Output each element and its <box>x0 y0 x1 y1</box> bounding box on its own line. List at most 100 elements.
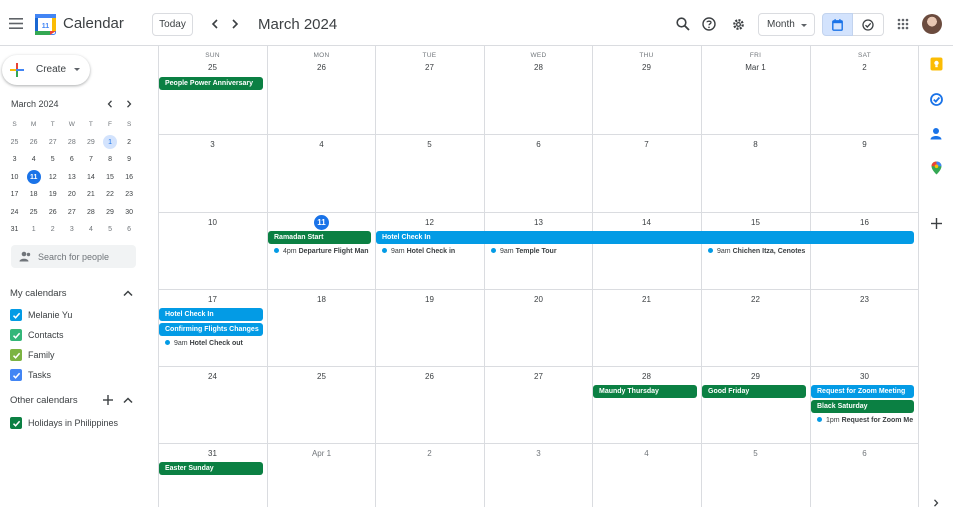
next-month-button[interactable] <box>226 15 244 33</box>
day-number[interactable]: 4 <box>267 140 376 149</box>
day-number[interactable]: 13 <box>484 218 593 227</box>
mini-calendar-day[interactable]: 28 <box>62 135 81 150</box>
mini-calendar-today[interactable]: 11 <box>24 170 43 185</box>
day-number[interactable]: 21 <box>592 295 701 304</box>
all-day-event-chip[interactable]: Hotel Check In <box>159 308 263 321</box>
day-number[interactable]: 12 <box>375 218 484 227</box>
day-number[interactable]: 6 <box>810 449 919 458</box>
day-number[interactable]: 17 <box>158 295 267 304</box>
mini-calendar-day[interactable]: 1 <box>100 135 119 150</box>
mini-calendar-day[interactable]: 27 <box>62 205 81 220</box>
mini-calendar-day[interactable]: 1 <box>24 222 43 237</box>
mini-calendar-day[interactable]: 5 <box>100 222 119 237</box>
day-number[interactable]: 20 <box>484 295 593 304</box>
mini-calendar-day[interactable]: 19 <box>43 187 62 202</box>
help-button[interactable] <box>699 14 719 34</box>
day-number[interactable]: 5 <box>375 140 484 149</box>
mini-calendar-day[interactable]: 3 <box>5 152 24 167</box>
mini-calendar-day[interactable]: 16 <box>120 170 139 185</box>
mini-calendar-day[interactable]: 15 <box>100 170 119 185</box>
hide-side-panel-button[interactable] <box>928 495 944 507</box>
keep-button[interactable] <box>928 56 944 72</box>
mini-calendar-day[interactable]: 2 <box>43 222 62 237</box>
day-number[interactable]: 30 <box>810 372 919 381</box>
timed-event[interactable]: 4pm Departure Flight Man <box>268 246 374 258</box>
my-calendar-item[interactable]: Melanie Yu <box>10 308 72 322</box>
mini-calendar-day[interactable]: 24 <box>5 205 24 220</box>
day-number[interactable]: 29 <box>701 372 810 381</box>
mini-calendar-day[interactable]: 17 <box>5 187 24 202</box>
calendar-view-toggle[interactable] <box>822 13 853 36</box>
mini-calendar-day[interactable]: 14 <box>81 170 100 185</box>
day-cell[interactable] <box>158 46 267 134</box>
mini-calendar-day[interactable]: 6 <box>62 152 81 167</box>
day-number[interactable]: 26 <box>375 372 484 381</box>
mini-calendar-day[interactable]: 29 <box>100 205 119 220</box>
other-calendar-item[interactable]: Holidays in Philippines <box>10 416 118 430</box>
day-number[interactable]: 6 <box>484 140 593 149</box>
other-calendars-title[interactable]: Other calendars <box>10 395 78 406</box>
mini-calendar-day[interactable]: 3 <box>62 222 81 237</box>
day-cell[interactable] <box>701 46 810 134</box>
maps-button[interactable] <box>928 160 944 176</box>
create-button[interactable]: Create <box>2 55 90 85</box>
day-cell[interactable] <box>810 46 919 134</box>
mini-calendar-day[interactable]: 2 <box>120 135 139 150</box>
mini-calendar-day[interactable]: 30 <box>120 205 139 220</box>
my-calendar-item[interactable]: Tasks <box>10 368 51 382</box>
calendar-logo-icon[interactable]: 11 <box>35 14 56 35</box>
day-number[interactable]: 3 <box>158 140 267 149</box>
all-day-event-chip[interactable]: Easter Sunday <box>159 462 263 475</box>
day-number[interactable]: Apr 1 <box>267 449 376 458</box>
all-day-event-chip[interactable]: Request for Zoom Meeting <box>811 385 914 398</box>
settings-button[interactable] <box>728 14 748 34</box>
day-number[interactable]: 26 <box>267 63 376 72</box>
mini-calendar-day[interactable]: 13 <box>62 170 81 185</box>
day-cell[interactable] <box>484 46 593 134</box>
day-number[interactable]: 16 <box>810 218 919 227</box>
google-apps-button[interactable] <box>893 14 913 34</box>
all-day-event-chip[interactable]: Ramadan Start <box>268 231 371 244</box>
day-number[interactable]: 25 <box>267 372 376 381</box>
day-number[interactable]: 14 <box>592 218 701 227</box>
day-number[interactable]: 10 <box>158 218 267 227</box>
day-number[interactable]: Mar 1 <box>701 63 810 72</box>
day-number[interactable]: 3 <box>484 449 593 458</box>
timed-event[interactable]: 9am Temple Tour <box>485 246 591 258</box>
day-number[interactable]: 28 <box>592 372 701 381</box>
mini-calendar-day[interactable]: 6 <box>120 222 139 237</box>
mini-calendar-day[interactable]: 5 <box>43 152 62 167</box>
mini-calendar-day[interactable]: 9 <box>120 152 139 167</box>
day-cell[interactable] <box>592 46 701 134</box>
day-number[interactable]: 7 <box>592 140 701 149</box>
all-day-event-chip[interactable]: Black Saturday <box>811 400 914 413</box>
day-number[interactable]: 9 <box>810 140 919 149</box>
my-calendar-item[interactable]: Contacts <box>10 328 64 342</box>
collapse-other-calendars-button[interactable] <box>122 394 134 406</box>
timed-event[interactable]: 9am Hotel Check out <box>159 338 265 350</box>
tasks-view-toggle[interactable] <box>853 13 884 36</box>
day-number[interactable]: 15 <box>701 218 810 227</box>
mini-calendar-day[interactable]: 28 <box>81 205 100 220</box>
mini-calendar-day[interactable]: 8 <box>100 152 119 167</box>
day-number[interactable]: 22 <box>701 295 810 304</box>
search-people-input[interactable]: Search for people <box>11 245 136 268</box>
day-number[interactable]: 5 <box>701 449 810 458</box>
timed-event[interactable]: 1pm Request for Zoom Me <box>811 415 917 427</box>
today-day-number[interactable]: 11 <box>267 215 376 230</box>
day-number[interactable]: 29 <box>592 63 701 72</box>
view-switcher[interactable]: Month <box>758 13 815 36</box>
day-number[interactable]: 2 <box>810 63 919 72</box>
day-number[interactable]: 18 <box>267 295 376 304</box>
day-number[interactable]: 2 <box>375 449 484 458</box>
day-number[interactable]: 4 <box>592 449 701 458</box>
collapse-my-calendars-button[interactable] <box>122 287 134 299</box>
previous-month-button[interactable] <box>206 15 224 33</box>
day-number[interactable]: 27 <box>484 372 593 381</box>
day-number[interactable]: 31 <box>158 449 267 458</box>
mini-calendar-day[interactable]: 12 <box>43 170 62 185</box>
all-day-event-chip[interactable]: Maundy Thursday <box>593 385 697 398</box>
today-button[interactable]: Today <box>152 13 193 36</box>
add-other-calendar-button[interactable] <box>102 394 114 406</box>
mini-calendar-day[interactable]: 7 <box>81 152 100 167</box>
